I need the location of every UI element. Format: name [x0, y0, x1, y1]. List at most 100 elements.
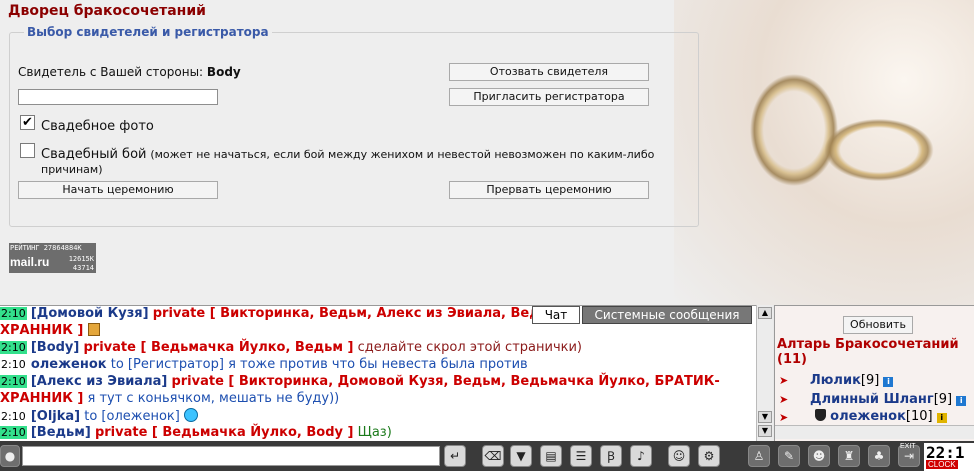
user-item[interactable]: Длинный Шланг[9] i: [810, 392, 967, 407]
info-icon[interactable]: i: [936, 413, 947, 423]
scroll-icon[interactable]: ✎: [778, 445, 800, 467]
mailru-logo: mail.ru: [10, 255, 50, 269]
message-private: private [ Ведьмачка Йулко, Body ]: [94, 425, 354, 440]
rating-counter[interactable]: РЕЙТИНГ 27864884К mail.ru 12615К 43714: [9, 243, 96, 273]
clock-label: CLOCK: [926, 460, 958, 469]
message-time: 2:10: [0, 341, 27, 354]
chat-message: 2:10 олеженок to [Регистратор] я тоже пр…: [0, 357, 528, 372]
fight-checkbox[interactable]: [20, 143, 35, 158]
message-private-cont: ХРАННИК ]: [0, 391, 84, 406]
message-text: я тут с коньячком, мешать не буду)): [87, 391, 340, 406]
eraser-icon[interactable]: ⌫: [482, 445, 504, 467]
message-private: private [ Викторинка, Домовой Кузя, Ведь…: [171, 374, 720, 389]
chat-message: 2:10 [Oljka] to [олеженок]: [0, 408, 198, 424]
rating-total: РЕЙТИНГ 27864884К: [10, 244, 82, 252]
room-count: (11): [777, 352, 807, 367]
user-name[interactable]: Люлик: [810, 373, 861, 388]
user-item[interactable]: олеженок[10] i: [815, 409, 947, 424]
witness-row: Свидетель с Вашей стороны: Body: [18, 65, 241, 79]
message-to: to [Регистратор]: [110, 357, 224, 372]
settings-icon[interactable]: ⚙: [698, 445, 720, 467]
private-arrow-icon[interactable]: ➤: [779, 374, 795, 387]
scroll-down-icon[interactable]: ▼: [758, 425, 772, 437]
message-private: private [ Ведьмачка Йулко, Ведьм ]: [83, 340, 354, 355]
private-arrow-icon[interactable]: ➤: [779, 393, 795, 406]
message-text: я тоже против что бы невеста была против: [228, 357, 528, 372]
info-icon[interactable]: i: [883, 377, 894, 387]
message-time: 2:10: [0, 375, 27, 388]
chat-log[interactable]: 2:10 [Домовой Кузя] private [ Викторинка…: [0, 305, 756, 441]
beer-icon: [87, 323, 100, 336]
message-time: 2:10: [1, 358, 26, 371]
scroll-up-icon[interactable]: ▲: [758, 307, 772, 319]
list-icon[interactable]: ☰: [570, 445, 592, 467]
translit-icon[interactable]: Ꞵ: [600, 445, 622, 467]
message-input[interactable]: [22, 446, 440, 466]
inventory-icon[interactable]: ♣: [868, 445, 890, 467]
tab-system-messages[interactable]: Системные сообщения: [582, 306, 752, 324]
message-nick[interactable]: [Body]: [31, 340, 80, 355]
invite-registrar-button[interactable]: Пригласить регистратора: [449, 88, 649, 106]
witness-panel: Выбор свидетелей и регистратора Свидетел…: [9, 25, 699, 227]
users-horizontal-scrollbar[interactable]: [775, 425, 974, 439]
room-title: Алтарь Бракосочетаний (11): [777, 337, 959, 367]
fight-label: Свадебный бой: [41, 147, 147, 162]
message-private-cont: ХРАННИК ]: [0, 323, 84, 338]
message-private: private [ Викторинка, Ведьм, Алекс из Эв…: [152, 306, 540, 321]
tab-chat[interactable]: Чат: [532, 306, 580, 324]
fight-row: Свадебный бой (может не начаться, если б…: [41, 147, 698, 176]
message-nick[interactable]: [Oljka]: [31, 409, 80, 424]
message-text: сделайте скрол этой странички): [357, 340, 582, 355]
user-item[interactable]: Люлик[9] i: [810, 373, 894, 388]
room-users-panel: Обновить Алтарь Бракосочетаний (11) ➤ Лю…: [774, 305, 974, 441]
page-title: Дворец бракосочетаний: [8, 3, 206, 19]
rating-count-3: 43714: [72, 264, 94, 272]
pet-icon[interactable]: ☻: [808, 445, 830, 467]
wedding-rings-image: [674, 0, 974, 305]
witness-label: Свидетель с Вашей стороны:: [18, 65, 204, 79]
registrar-input[interactable]: [18, 89, 218, 105]
start-ceremony-button[interactable]: Начать церемонию: [18, 181, 218, 199]
room-name: Алтарь Бракосочетаний: [777, 337, 959, 352]
smiley-icon: [184, 408, 198, 422]
message-time: 2:10: [0, 307, 27, 320]
clan-shield-icon: [815, 409, 826, 421]
message-nick[interactable]: [Домовой Кузя]: [31, 306, 149, 321]
ceremony-area: Дворец бракосочетаний Выбор свидетелей и…: [0, 0, 974, 305]
speaker-icon[interactable]: ♪: [630, 445, 652, 467]
info-icon[interactable]: i: [956, 396, 967, 406]
smile-icon[interactable]: ☺: [668, 445, 690, 467]
abort-ceremony-button[interactable]: Прервать церемонию: [449, 181, 649, 199]
user-name[interactable]: олеженок: [830, 409, 906, 424]
private-arrow-icon[interactable]: ➤: [779, 411, 795, 424]
send-icon[interactable]: ↵: [444, 445, 466, 467]
message-time: 2:10: [1, 410, 26, 423]
message-text: Щаз): [357, 425, 392, 440]
chat-mode-icon[interactable]: ●: [0, 445, 20, 467]
chat-message: 2:10 [Body] private [ Ведьмачка Йулко, В…: [0, 340, 582, 355]
recall-witness-button[interactable]: Отозвать свидетеля: [449, 63, 649, 81]
filter-icon[interactable]: ▼: [510, 445, 532, 467]
message-to: to [олеженок]: [84, 409, 180, 424]
clear-icon[interactable]: ▤: [540, 445, 562, 467]
message-nick[interactable]: олеженок: [31, 357, 107, 372]
refresh-button[interactable]: Обновить: [843, 316, 913, 334]
user-name[interactable]: Длинный Шланг: [810, 392, 934, 407]
clock-widget: 22:1 CLOCK: [924, 443, 974, 471]
bottle-icon[interactable]: ♙: [748, 445, 770, 467]
message-nick[interactable]: [Ведьм]: [31, 425, 91, 440]
scroll-down-icon[interactable]: ▼: [758, 411, 772, 423]
rating-count-2: 12615К: [68, 255, 94, 263]
photo-label: Свадебное фото: [41, 119, 154, 134]
message-nick[interactable]: [Алекс из Эвиала]: [31, 374, 167, 389]
user-level: [9]: [933, 392, 953, 407]
photo-checkbox[interactable]: ✔: [20, 115, 35, 130]
bottom-toolbar: ● ↵ ⌫ ▼ ▤ ☰ Ꞵ ♪ ☺ ⚙ ♙ ✎ ☻ ♜ ♣ ⇥: [0, 441, 974, 471]
chat-message-continuation: ХРАННИК ]: [0, 323, 100, 338]
castle-icon[interactable]: ♜: [838, 445, 860, 467]
message-time: 2:10: [0, 426, 27, 439]
chat-scrollbar[interactable]: ▲ ▼ ▼: [756, 305, 773, 441]
chat-message: 2:10 [Алекс из Эвиала] private [ Виктори…: [0, 374, 720, 389]
user-level: [9]: [860, 373, 880, 388]
chat-message-continuation: ХРАННИК ] я тут с коньячком, мешать не б…: [0, 391, 339, 406]
